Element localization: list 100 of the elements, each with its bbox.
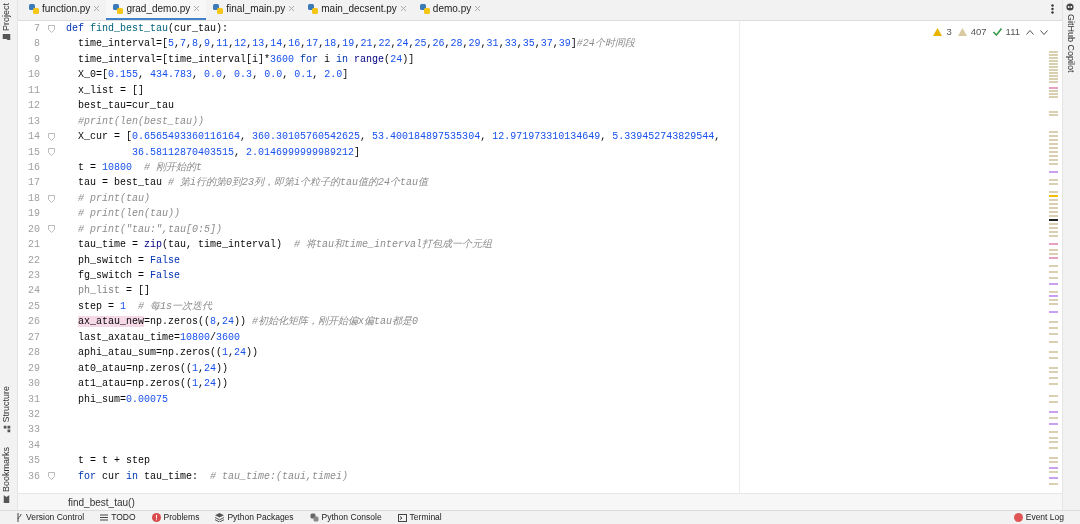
fold-icon[interactable] bbox=[47, 24, 55, 33]
code-line: best_tau=cur_tau bbox=[77, 99, 175, 114]
line-number: 35 bbox=[27, 454, 41, 469]
code-line: for cur in tau_time: # tau_time:(taui,timei) bbox=[77, 469, 350, 484]
notification-icon bbox=[1013, 513, 1023, 522]
code-line: aphi_atau_sum=np.zeros((1,24)) bbox=[77, 346, 260, 361]
code-line: ax_atau_new=np.zeros((8,24)) #初始化矩阵，刚开始偏x偏tau都是0 bbox=[77, 314, 420, 330]
tool-window-button[interactable]: TODO bbox=[100, 511, 136, 524]
line-number: 17 bbox=[27, 176, 41, 191]
file-tab[interactable]: grad_demo.py bbox=[106, 0, 207, 20]
tool-window-button[interactable]: Version Control bbox=[16, 511, 85, 524]
code-line: X_cur = [0.6565493360116164, 360.30105760542625, 53.400184897535304, 12.971973310134649, 5.339452743829544, bbox=[77, 130, 722, 145]
chevron-down-icon[interactable] bbox=[1040, 29, 1048, 35]
tool-window-button[interactable]: Python Packages bbox=[215, 511, 294, 524]
line-number: 34 bbox=[27, 438, 41, 453]
line-number: 10 bbox=[27, 68, 41, 83]
file-tab[interactable]: final_main.py bbox=[206, 0, 302, 20]
close-icon[interactable] bbox=[193, 5, 201, 12]
code-line: ph_switch = False bbox=[77, 253, 182, 268]
line-number: 19 bbox=[27, 207, 41, 222]
list-icon bbox=[100, 514, 109, 521]
code-line: def find_best_tau(cur_tau): bbox=[65, 22, 230, 36]
close-icon[interactable] bbox=[288, 5, 296, 12]
terminal-icon bbox=[397, 513, 407, 522]
code-line: 36.58112870403515, 2.0146999999989212] bbox=[131, 145, 362, 160]
breadcrumb[interactable]: find_best_tau() bbox=[68, 494, 135, 510]
fold-icon[interactable] bbox=[47, 194, 55, 203]
file-tab[interactable]: function.py bbox=[22, 0, 107, 20]
close-icon[interactable] bbox=[474, 5, 482, 12]
code-line: time_interval=[time_interval[i]*3600 for i in range(24)] bbox=[77, 52, 416, 67]
line-number: 24 bbox=[27, 284, 41, 299]
fold-icon[interactable] bbox=[47, 472, 55, 481]
python-file-icon bbox=[112, 3, 124, 14]
code-line: time_interval=[5,7,8,9,11,12,13,14,16,17,18,19,21,22,24,25,26,28,29,31,33,35,37,39]#24个时间段 bbox=[77, 37, 637, 52]
line-number: 27 bbox=[27, 330, 41, 345]
line-number: 11 bbox=[27, 83, 41, 98]
check-icon bbox=[992, 28, 1002, 37]
tool-window-button[interactable]: Terminal bbox=[397, 511, 442, 524]
line-number: 33 bbox=[27, 423, 41, 438]
branch-icon bbox=[16, 513, 23, 522]
close-icon[interactable] bbox=[93, 5, 101, 12]
code-line: phi_sum=0.00075 bbox=[77, 392, 170, 407]
error-icon bbox=[151, 513, 161, 522]
code-line: #print(len(best_tau)) bbox=[77, 114, 206, 129]
line-number: 9 bbox=[33, 52, 41, 67]
tool-window-tab[interactable]: Project bbox=[0, 0, 14, 44]
line-number: 8 bbox=[33, 37, 41, 52]
python-file-icon bbox=[418, 3, 430, 14]
line-number: 25 bbox=[27, 299, 41, 314]
line-number: 30 bbox=[27, 377, 41, 392]
python-file-icon bbox=[28, 3, 39, 14]
code-line: tau_time = zip(tau, time_interval) # 将tau和time_interval打包成一个元组 bbox=[77, 238, 494, 253]
warning-icon bbox=[957, 28, 967, 37]
line-number: 29 bbox=[27, 361, 41, 376]
copilot-icon bbox=[1065, 3, 1074, 11]
line-number: 20 bbox=[27, 222, 41, 237]
line-number: 31 bbox=[27, 392, 41, 407]
file-tab[interactable]: demo.py bbox=[412, 0, 488, 20]
structure-icon bbox=[3, 426, 11, 433]
fold-icon[interactable] bbox=[47, 148, 55, 157]
file-tab[interactable]: main_decsent.py bbox=[301, 0, 413, 20]
close-icon[interactable] bbox=[399, 5, 407, 12]
line-number: 22 bbox=[27, 253, 41, 268]
event-log-button[interactable]: Event Log bbox=[1013, 511, 1064, 524]
code-line: x_list = [] bbox=[77, 83, 145, 98]
fold-icon[interactable] bbox=[47, 225, 55, 234]
layers-icon bbox=[215, 513, 225, 522]
weak-warnings-count[interactable]: 407 bbox=[957, 25, 987, 40]
line-number: 7 bbox=[33, 22, 41, 36]
bookmark-icon bbox=[3, 495, 10, 503]
code-line: t = 10800 # 刚开始的t bbox=[77, 160, 204, 175]
python-file-icon bbox=[212, 3, 224, 14]
line-number: 18 bbox=[27, 191, 41, 206]
folder-icon bbox=[2, 34, 11, 41]
tool-window-tab[interactable]: GitHub Copilot bbox=[1063, 0, 1077, 76]
warning-icon bbox=[933, 28, 943, 37]
line-number: 15 bbox=[27, 145, 41, 160]
python-file-icon bbox=[307, 3, 319, 14]
code-line: # print("tau:",tau[0:5]) bbox=[77, 222, 224, 237]
code-line: t = t + step bbox=[77, 454, 151, 469]
typos-count[interactable]: 111 bbox=[992, 25, 1020, 40]
tool-window-button[interactable]: Python Console bbox=[309, 511, 382, 524]
line-number: 32 bbox=[27, 407, 41, 422]
line-number: 23 bbox=[27, 269, 41, 283]
tool-window-tab[interactable]: Bookmarks bbox=[0, 444, 14, 506]
tool-window-button[interactable]: Problems bbox=[151, 511, 200, 524]
line-number: 14 bbox=[27, 130, 41, 145]
chevron-up-icon[interactable] bbox=[1026, 29, 1034, 35]
line-number: 21 bbox=[27, 238, 41, 253]
python-icon bbox=[309, 513, 319, 522]
more-icon[interactable] bbox=[1051, 3, 1054, 14]
warnings-count[interactable]: 3 bbox=[933, 25, 952, 40]
line-number: 13 bbox=[27, 114, 41, 129]
code-line: # print(len(tau)) bbox=[77, 207, 182, 222]
code-line: fg_switch = False bbox=[77, 269, 182, 283]
code-line: at1_atau=np.zeros((1,24)) bbox=[77, 377, 230, 392]
code-line: tau = best_tau # 第i行的第0到23列，即第i个粒子的tau值的24个tau值 bbox=[77, 176, 430, 191]
fold-icon[interactable] bbox=[47, 132, 55, 141]
tool-window-tab[interactable]: Structure bbox=[0, 383, 14, 436]
code-line: last_axatau_time=10800/3600 bbox=[77, 330, 242, 345]
